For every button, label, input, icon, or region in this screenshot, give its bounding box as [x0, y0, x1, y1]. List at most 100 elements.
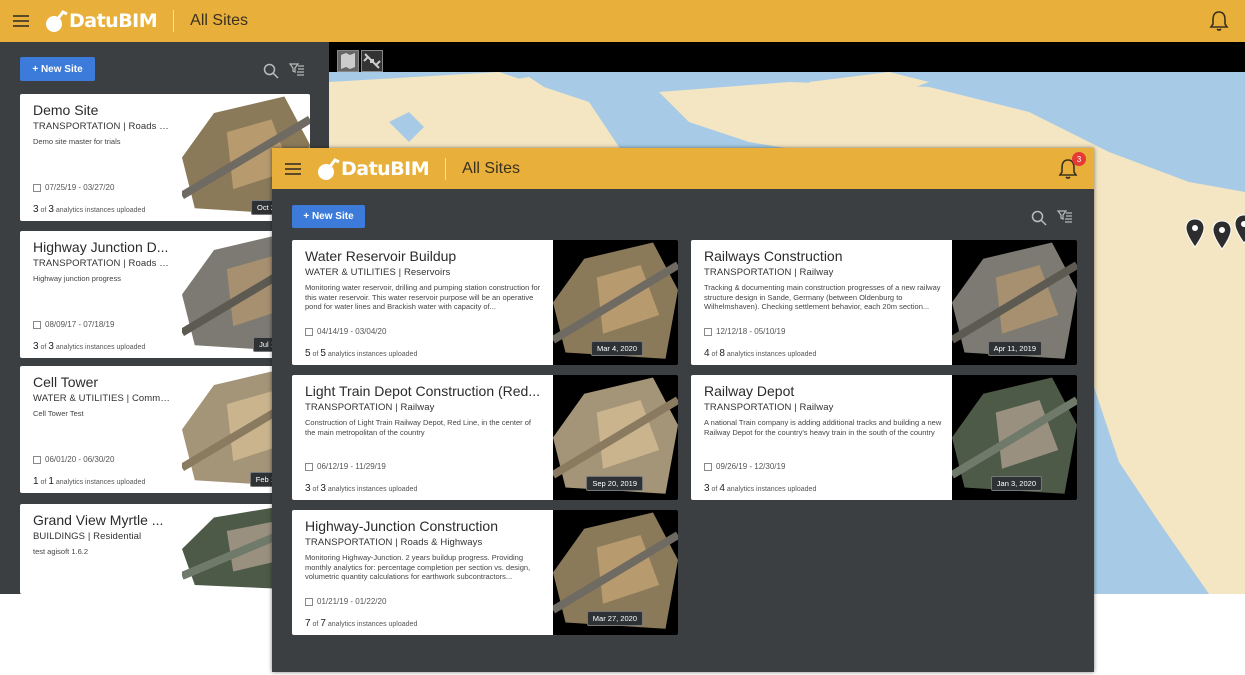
search-icon[interactable] [263, 63, 279, 79]
site-title[interactable]: Water Reservoir Buildup [305, 248, 543, 264]
map-pin-icon[interactable] [1185, 218, 1205, 248]
logo[interactable]: DatuBIM [43, 6, 158, 36]
site-category: TRANSPORTATION | Roads &... [33, 258, 172, 269]
hamburger-menu-icon[interactable] [285, 162, 301, 175]
site-title[interactable]: Demo Site [33, 102, 172, 118]
site-title[interactable]: Railway Depot [704, 383, 942, 399]
analytics-total: 4 [719, 483, 725, 494]
site-category: TRANSPORTATION | Roads & Highways [305, 537, 483, 548]
header-divider [445, 157, 447, 180]
count-of: of [711, 486, 718, 493]
site-description: Monitoring Highway-Junction. 2 years bui… [305, 553, 531, 581]
site-description: Tracking & documenting main construction… [704, 283, 941, 311]
analytics-total: 5 [320, 348, 326, 359]
analytics-total: 3 [48, 341, 54, 352]
count-suffix: analytics instances uploaded [55, 344, 146, 351]
calendar-icon [305, 462, 313, 471]
analytics-done: 3 [704, 483, 710, 494]
site-category: WATER & UTILITIES | Commu... [33, 393, 172, 404]
site-date-range: 08/09/17 - 07/18/19 [33, 320, 114, 329]
calendar-icon [704, 327, 712, 336]
site-title[interactable]: Grand View Myrtle ... [33, 512, 172, 528]
site-date-range: 04/14/19 - 03/04/20 [305, 327, 386, 336]
analytics-total: 1 [48, 476, 54, 487]
count-of: of [312, 351, 319, 358]
site-card[interactable]: Railways Construction TRANSPORTATION | R… [691, 240, 1077, 365]
capture-date-badge: Mar 27, 2020 [586, 611, 643, 626]
site-category: TRANSPORTATION | Railway [305, 402, 435, 413]
page-title: All Sites [190, 12, 248, 29]
logo-text: DatuBIM [69, 10, 158, 32]
count-of: of [312, 621, 319, 628]
analytics-total: 3 [48, 204, 54, 215]
site-title[interactable]: Light Train Depot Construction (Red... [305, 383, 543, 399]
hamburger-menu-icon[interactable] [13, 15, 29, 27]
capture-date-badge: Sep 20, 2019 [586, 476, 643, 491]
site-thumbnail[interactable]: Mar 4, 2020 [553, 240, 678, 365]
site-description: Highway junction progress [33, 274, 121, 283]
site-dates: 06/12/19 - 11/29/19 [317, 462, 386, 471]
analytics-done: 3 [305, 483, 311, 494]
analytics-done: 4 [704, 348, 710, 359]
site-description: Monitoring water reservoir, drilling and… [305, 283, 541, 311]
site-card[interactable]: Grand View Myrtle ... BUILDINGS | Reside… [20, 504, 310, 594]
map-pin-icon[interactable] [1234, 214, 1245, 244]
site-date-range: 01/21/19 - 01/22/20 [305, 597, 386, 606]
map-icon [341, 53, 355, 69]
logo[interactable]: DatuBIM [315, 154, 430, 184]
analytics-done: 5 [305, 348, 311, 359]
calendar-icon [33, 320, 41, 329]
site-title[interactable]: Highway Junction D... [33, 239, 172, 255]
site-card[interactable]: Light Train Depot Construction (Red... T… [292, 375, 678, 500]
new-site-button[interactable]: + New Site [20, 57, 95, 81]
count-of: of [40, 479, 47, 486]
calendar-icon [305, 327, 313, 336]
site-category: TRANSPORTATION | Railway [704, 402, 834, 413]
analytics-count: 3 of 4 analytics instances uploaded [704, 483, 816, 494]
site-dates: 08/09/17 - 07/18/19 [45, 320, 115, 329]
map-view-button[interactable] [337, 50, 359, 72]
site-date-range: 09/26/19 - 12/30/19 [704, 462, 785, 471]
site-dates: 04/14/19 - 03/04/20 [317, 327, 387, 336]
site-thumbnail[interactable]: Sep 20, 2019 [553, 375, 678, 500]
site-dates: 07/25/19 - 03/27/20 [45, 183, 115, 192]
map-pin-icon[interactable] [1212, 220, 1232, 250]
site-card[interactable]: Highway Junction D... TRANSPORTATION | R… [20, 231, 310, 358]
site-title[interactable]: Cell Tower [33, 374, 172, 390]
site-dates: 01/21/19 - 01/22/20 [317, 597, 387, 606]
satellite-view-button[interactable] [361, 50, 383, 72]
site-category: BUILDINGS | Residential [33, 531, 142, 542]
logo-text: DatuBIM [341, 157, 430, 180]
site-category: TRANSPORTATION | Railway [704, 267, 834, 278]
filter-list-icon[interactable] [289, 62, 305, 78]
new-site-button[interactable]: + New Site [292, 205, 365, 228]
count-suffix: analytics instances uploaded [55, 479, 146, 486]
front-window: DatuBIM All Sites 3 + New Site Water Res… [272, 148, 1094, 672]
site-card[interactable]: Highway-Junction Construction TRANSPORTA… [292, 510, 678, 635]
site-thumbnail[interactable]: Jan 3, 2020 [952, 375, 1077, 500]
bell-icon[interactable] [1209, 10, 1229, 32]
filter-list-icon[interactable] [1057, 209, 1073, 225]
site-card[interactable]: Water Reservoir Buildup WATER & UTILITIE… [292, 240, 678, 365]
site-title[interactable]: Highway-Junction Construction [305, 518, 543, 534]
count-suffix: analytics instances uploaded [726, 351, 817, 358]
search-icon[interactable] [1031, 210, 1047, 226]
analytics-done: 3 [33, 204, 39, 215]
count-suffix: analytics instances uploaded [55, 207, 146, 214]
site-date-range: 06/12/19 - 11/29/19 [305, 462, 386, 471]
analytics-total: 7 [320, 618, 326, 629]
count-suffix: analytics instances uploaded [327, 486, 418, 493]
site-thumbnail[interactable]: Apr 11, 2019 [952, 240, 1077, 365]
site-thumbnail[interactable]: Mar 27, 2020 [553, 510, 678, 635]
site-dates: 12/12/18 - 05/10/19 [716, 327, 786, 336]
count-suffix: analytics instances uploaded [327, 351, 418, 358]
count-suffix: analytics instances uploaded [327, 621, 418, 628]
site-title[interactable]: Railways Construction [704, 248, 942, 264]
map-toolbar [329, 42, 1245, 72]
site-card[interactable]: Cell Tower WATER & UTILITIES | Commu... … [20, 366, 310, 493]
site-card[interactable]: Railway Depot TRANSPORTATION | Railway A… [691, 375, 1077, 500]
analytics-count: 5 of 5 analytics instances uploaded [305, 348, 417, 359]
site-card[interactable]: Demo Site TRANSPORTATION | Roads &... De… [20, 94, 310, 221]
analytics-done: 1 [33, 476, 39, 487]
count-of: of [711, 351, 718, 358]
